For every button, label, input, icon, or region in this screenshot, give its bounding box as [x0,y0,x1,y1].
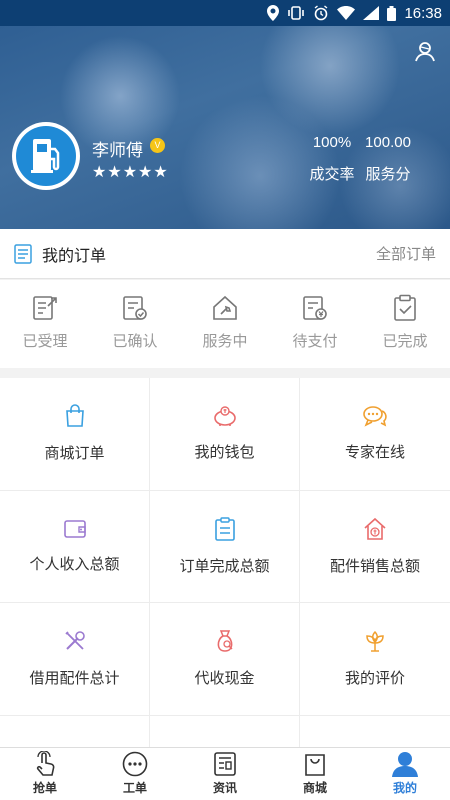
tab-mine[interactable]: 我的 [360,748,450,800]
grid-item-label: 配件销售总额 [329,557,420,575]
completed-icon [394,294,416,321]
tab-label: 我的 [392,781,417,795]
chat-icon [363,406,387,427]
clock: 16:38 [404,4,442,22]
shopping-bag-icon [305,754,325,776]
grid-item-partial [300,716,450,748]
alarm-icon [315,5,328,21]
shopping-bag-icon [65,404,84,428]
status-tab-label: 已完成 [382,333,428,350]
my-orders-row[interactable]: 我的订单 全部订单 [0,229,450,279]
grid-item-order-completion[interactable]: 订单完成总额 [150,490,300,603]
rating-stars: ★★★★★ [92,164,169,181]
confirmed-icon [123,296,147,320]
deal-rate-stat: 100% 成交率 [308,134,356,184]
deal-rate-value: 100% [312,134,352,151]
tab-news[interactable]: 资讯 [180,748,270,800]
deal-rate-label: 成交率 [309,166,355,183]
wifi-icon [337,6,356,20]
tab-grab-order[interactable]: 抢单 [0,748,90,800]
house-dollar-icon [364,517,386,540]
tab-label: 工单 [122,781,147,795]
accepted-icon [33,296,57,320]
grid-item-borrowed-parts[interactable]: 借用配件总计 [0,603,150,716]
user-name: 李师傅 [92,141,143,160]
grid-item-label: 商城订单 [44,445,105,463]
tab-work-order[interactable]: 工单 [90,748,180,800]
service-score-stat: 100.00 服务分 [362,134,414,184]
wallet-icon [63,519,86,538]
grid-item-expert-online[interactable]: 专家在线 [300,378,450,491]
money-bag-icon [217,630,232,653]
user-icon [392,752,418,777]
tools-icon [64,631,85,650]
tab-mall[interactable]: 商城 [270,748,360,800]
tab-label: 资讯 [212,781,237,795]
status-tab-label: 服务中 [202,333,248,350]
grid-item-wallet[interactable]: 我的钱包 [150,378,300,491]
grid-item-my-reviews[interactable]: 我的评价 [300,603,450,716]
all-orders-link[interactable]: 全部订单 [376,243,436,264]
status-tab-accepted[interactable]: 已受理 [0,280,90,368]
status-tab-label: 待支付 [292,333,338,350]
level-badge: V [150,138,165,153]
order-status-tabs: 已受理 已确认 服务中 待支付 已完成 [0,280,450,368]
more-dots-icon [122,751,148,777]
news-icon [214,752,236,776]
profile-header: 李师傅 V ★★★★★ 100% 成交率 100.00 服务分 [0,26,450,229]
grid-item-label: 我的评价 [344,670,405,688]
grid-item-parts-sales[interactable]: 配件销售总额 [300,491,450,603]
grid-item-label: 借用配件总计 [29,670,120,688]
flower-icon [366,631,384,652]
function-grid: 商城订单 我的钱包 专家在线 个人收入总额 订单完成总额 配件销售总额 借用配件… [0,378,450,747]
status-tab-confirmed[interactable]: 已确认 [90,280,180,368]
grid-item-label: 我的钱包 [194,444,255,462]
in-service-icon [213,295,237,320]
grid-item-partial [150,715,300,747]
vibrate-icon [288,6,305,20]
service-score-value: 100.00 [365,134,411,151]
grid-item-label: 专家在线 [344,444,405,462]
signal-icon [363,6,380,20]
piggy-bank-icon [213,406,236,427]
battery-icon [387,5,397,21]
avatar[interactable] [12,122,80,190]
location-icon [267,5,280,21]
bottom-tab-bar: 抢单 工单 资讯 商城 我的 [0,747,450,800]
status-bar: 16:38 [0,0,450,26]
status-tab-pending-payment[interactable]: 待支付 [270,280,360,368]
grid-item-cash-collection[interactable]: 代收现金 [150,603,300,716]
grid-item-label: 个人收入总额 [29,555,120,573]
hand-tap-icon [36,751,55,776]
status-tab-label: 已受理 [22,333,68,350]
profile-settings-icon[interactable] [414,40,436,67]
grid-item-partial [0,715,150,747]
status-tab-in-service[interactable]: 服务中 [180,280,270,368]
clipboard-icon [214,517,235,541]
grid-item-label: 订单完成总额 [179,557,270,575]
status-tab-completed[interactable]: 已完成 [360,280,450,368]
grid-item-mall-orders[interactable]: 商城订单 [0,378,150,491]
tab-label: 商城 [302,781,327,795]
gas-pump-icon [16,126,76,186]
status-tab-label: 已确认 [112,333,158,350]
pending-payment-icon [303,296,327,320]
order-list-icon [14,243,32,264]
tab-label: 抢单 [32,781,57,795]
service-score-label: 服务分 [365,166,411,183]
my-orders-title: 我的订单 [42,247,107,265]
grid-item-label: 代收现金 [194,670,255,688]
grid-item-personal-income[interactable]: 个人收入总额 [0,490,150,603]
